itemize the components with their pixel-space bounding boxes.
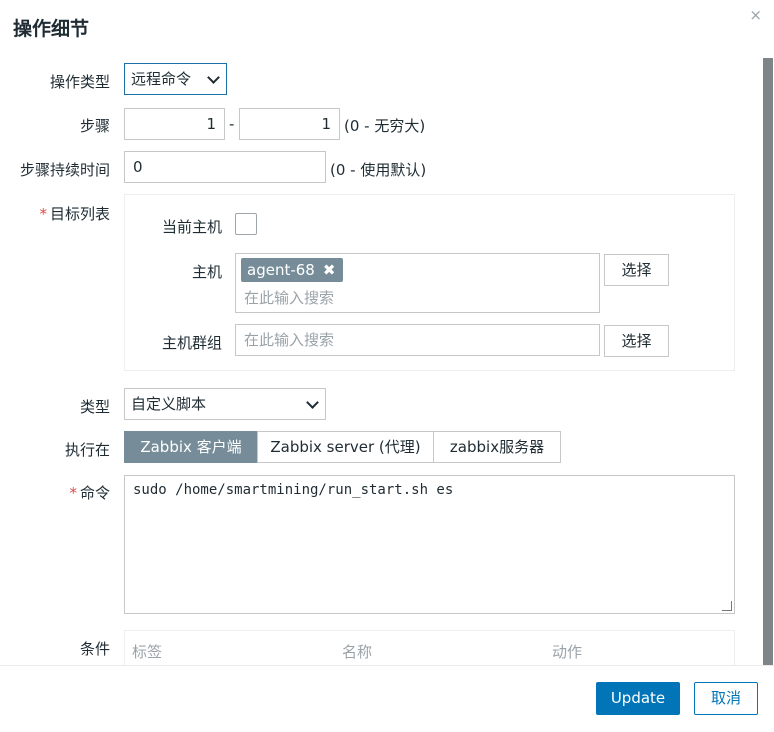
step-duration-note: (0 - 使用默认) — [330, 161, 427, 179]
command-label-text: 命令 — [79, 484, 110, 502]
operation-type-value: 远程命令 — [131, 70, 192, 88]
execute-on-server-proxy[interactable]: Zabbix server (代理) — [257, 431, 434, 463]
host-select-button[interactable]: 选择 — [604, 254, 669, 286]
target-list-label: * 目标列表 — [0, 203, 110, 224]
type-value: 自定义脚本 — [131, 395, 207, 413]
operation-type-select[interactable]: 远程命令 — [124, 63, 227, 95]
remove-tag-icon[interactable]: ✖ — [323, 261, 336, 279]
cancel-button[interactable]: 取消 — [694, 682, 758, 715]
footer-divider — [0, 665, 774, 666]
execute-on-zabbix-server[interactable]: zabbix服务器 — [433, 431, 561, 463]
steps-note: (0 - 无穷大) — [344, 117, 426, 135]
host-label: 主机 — [191, 263, 222, 281]
conditions-label: 条件 — [79, 640, 110, 658]
host-search-placeholder[interactable]: 在此输入搜索 — [244, 287, 334, 308]
target-list-label-text: 目标列表 — [49, 205, 110, 223]
command-value: sudo /home/smartmining/run_start.sh es — [133, 482, 454, 498]
conditions-col-name: 名称 — [342, 643, 373, 661]
host-tag-label: agent-68 — [247, 261, 315, 279]
update-button[interactable]: Update — [596, 682, 680, 715]
host-tag: agent-68 ✖ — [241, 258, 344, 282]
chevron-down-icon — [306, 396, 319, 409]
current-host-checkbox[interactable] — [235, 213, 257, 235]
operation-type-label: 操作类型 — [49, 73, 110, 91]
execute-on-agent[interactable]: Zabbix 客户端 — [124, 431, 258, 463]
type-select[interactable]: 自定义脚本 — [124, 388, 326, 420]
conditions-table — [124, 630, 735, 666]
step-duration-input[interactable]: 0 — [124, 151, 326, 183]
command-textarea[interactable]: sudo /home/smartmining/run_start.sh es — [124, 475, 735, 614]
steps-from-input[interactable]: 1 — [124, 108, 225, 140]
conditions-col-action: 动作 — [552, 643, 583, 661]
required-mark: * — [39, 205, 47, 223]
close-icon[interactable]: × — [749, 6, 762, 24]
step-duration-label: 步骤持续时间 — [19, 161, 110, 179]
current-host-label: 当前主机 — [161, 218, 222, 236]
host-group-select-button[interactable]: 选择 — [604, 325, 669, 357]
host-group-search-input[interactable]: 在此输入搜索 — [235, 324, 600, 356]
host-group-label: 主机群组 — [161, 334, 222, 352]
dialog-title: 操作细节 — [13, 18, 90, 40]
chevron-down-icon — [207, 71, 220, 84]
steps-separator: - — [229, 115, 235, 133]
operation-details-dialog: 操作细节 × 操作类型 远程命令 步骤 1 - 1 (0 - 无穷大) 步骤持续… — [0, 0, 774, 732]
scrollbar[interactable] — [763, 58, 773, 665]
steps-to-input[interactable]: 1 — [239, 108, 340, 140]
command-label: * 命令 — [0, 482, 110, 503]
conditions-col-tag: 标签 — [132, 643, 163, 661]
required-mark: * — [69, 484, 77, 502]
type-label: 类型 — [79, 398, 110, 416]
steps-label: 步骤 — [79, 117, 110, 135]
execute-on-label: 执行在 — [64, 441, 110, 459]
host-multiselect[interactable]: agent-68 ✖ 在此输入搜索 — [235, 253, 600, 313]
resize-handle-icon[interactable] — [722, 601, 732, 611]
